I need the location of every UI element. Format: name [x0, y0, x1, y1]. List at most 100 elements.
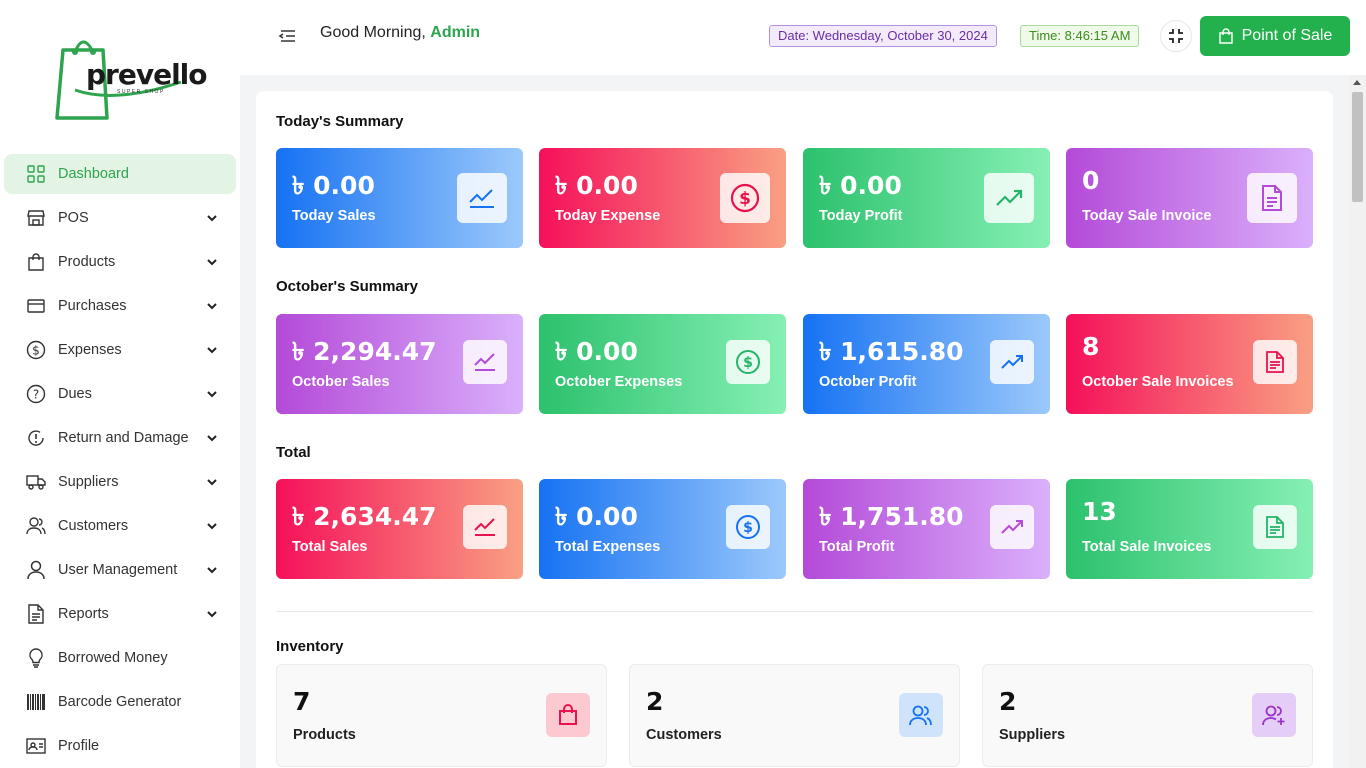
sidebar-item-borrowed-money[interactable]: Borrowed Money [4, 638, 236, 678]
chevron-down-icon [207, 347, 217, 354]
card-october-sales[interactable]: ৳ 2,294.47 October Sales [276, 314, 523, 414]
sidebar-item-products[interactable]: Products [4, 242, 236, 282]
section-divider [276, 611, 1313, 612]
card-label: October Profit [819, 374, 917, 390]
sidebar-item-label: Products [58, 254, 116, 270]
card-today-sales[interactable]: ৳ 0.00 Today Sales [276, 148, 523, 248]
chevron-down-icon [207, 611, 217, 618]
chart-line-icon [463, 505, 507, 549]
date-badge: Date: Wednesday, October 30, 2024 [769, 25, 997, 47]
card-value: ৳ 0.00 [555, 502, 638, 531]
sidebar-item-label: Reports [58, 606, 109, 622]
svg-text:?: ? [33, 388, 39, 402]
card-value: ৳ 2,634.47 [292, 502, 437, 531]
store-icon [26, 208, 46, 228]
section-title-total: Total [276, 444, 311, 461]
sidebar-item-barcode-generator[interactable]: Barcode Generator [4, 682, 236, 722]
sidebar-item-expenses[interactable]: $ Expenses [4, 330, 236, 370]
section-title-today: Today's Summary [276, 113, 404, 130]
card-label: Today Sales [292, 208, 376, 224]
card-label: October Expenses [555, 374, 683, 390]
card-label: October Sales [292, 374, 390, 390]
user-icon [26, 560, 46, 580]
card-label: Suppliers [999, 727, 1066, 743]
card-label: October Sale Invoices [1082, 374, 1234, 390]
sidebar-item-label: Profile [58, 738, 100, 754]
bulb-icon [26, 648, 46, 668]
card-total-sale-invoices[interactable]: 13 Total Sale Invoices [1066, 479, 1313, 579]
sidebar-item-label: Dues [58, 386, 92, 402]
card-today-profit[interactable]: ৳ 0.00 Today Profit [803, 148, 1050, 248]
svg-text:$: $ [739, 189, 751, 209]
card-total-profit[interactable]: ৳ 1,751.80 Total Profit [803, 479, 1050, 579]
card-value: 0 [1082, 166, 1100, 195]
sidebar-item-customers[interactable]: Customers [4, 506, 236, 546]
chevron-down-icon [207, 303, 217, 310]
brand-tagline: SUPER SHOP [117, 89, 165, 95]
section-title-inventory: Inventory [276, 638, 344, 655]
inventory-card-suppliers[interactable]: 2 Suppliers [982, 664, 1313, 767]
card-label: Total Profit [819, 539, 895, 555]
chevron-down-icon [207, 479, 217, 486]
card-total-expenses[interactable]: ৳ 0.00 Total Expenses $ [539, 479, 786, 579]
card-value: 2 [646, 687, 664, 716]
credit-card-icon [26, 296, 46, 316]
sidebar-item-pos[interactable]: POS [4, 198, 236, 238]
sidebar-item-label: Borrowed Money [58, 650, 168, 666]
scrollbar-thumb[interactable] [1352, 92, 1363, 202]
sidebar-item-label: POS [58, 210, 89, 226]
card-value: 8 [1082, 332, 1100, 361]
inventory-card-customers[interactable]: 2 Customers [629, 664, 960, 767]
sidebar-item-label: Dashboard [58, 166, 129, 182]
sidebar-nav: Dashboard POS Products Purchases $ Expen… [4, 154, 236, 768]
sidebar-item-reports[interactable]: Reports [4, 594, 236, 634]
sidebar-item-label: Suppliers [58, 474, 119, 490]
compress-icon [1169, 29, 1183, 43]
chart-line-icon [457, 173, 507, 223]
card-october-sale-invoices[interactable]: 8 October Sale Invoices [1066, 314, 1313, 414]
sidebar-item-profile[interactable]: Profile [4, 726, 236, 766]
brand-logo[interactable]: prevello SUPER SHOP [55, 30, 208, 122]
card-october-profit[interactable]: ৳ 1,615.80 October Profit [803, 314, 1050, 414]
return-alert-icon [26, 428, 46, 448]
menu-toggle-icon[interactable] [278, 28, 298, 46]
point-of-sale-label: Point of Sale [1241, 27, 1333, 44]
card-value: ৳ 1,751.80 [819, 502, 964, 531]
sidebar-item-label: Customers [58, 518, 129, 534]
card-total-sales[interactable]: ৳ 2,634.47 Total Sales [276, 479, 523, 579]
time-badge: Time: 8:46:15 AM [1020, 25, 1140, 47]
card-october-expenses[interactable]: ৳ 0.00 October Expenses $ [539, 314, 786, 414]
inventory-card-products[interactable]: 7 Products [276, 664, 607, 767]
svg-text:$: $ [743, 520, 753, 536]
card-label: Total Expenses [555, 539, 661, 555]
svg-text:$: $ [32, 344, 40, 358]
users-icon [899, 693, 943, 737]
greeting-user: Admin [430, 24, 481, 41]
sidebar-item-purchases[interactable]: Purchases [4, 286, 236, 326]
greeting-text: Good Morning, Admin [320, 24, 480, 42]
card-today-expense[interactable]: ৳ 0.00 Today Expense $ [539, 148, 786, 248]
sidebar-item-dashboard[interactable]: Dashboard [4, 154, 236, 194]
chevron-down-icon [207, 259, 217, 266]
card-today-sale-invoice[interactable]: 0 Today Sale Invoice [1066, 148, 1313, 248]
invoice-icon [1253, 340, 1297, 384]
card-value: 2 [999, 687, 1017, 716]
question-circle-icon: ? [26, 384, 46, 404]
card-value: 13 [1082, 497, 1117, 526]
chevron-down-icon [207, 215, 217, 222]
sidebar-item-label: Expenses [58, 342, 122, 358]
sidebar-item-label: Return and Damage [58, 430, 189, 446]
scroll-up-arrow-icon[interactable] [1353, 80, 1361, 85]
chevron-down-icon [207, 391, 217, 398]
point-of-sale-button[interactable]: Point of Sale [1200, 16, 1350, 56]
invoice-icon [1247, 173, 1297, 223]
sidebar-item-user-management[interactable]: User Management [4, 550, 236, 590]
shopping-bag-icon [546, 693, 590, 737]
sidebar-item-suppliers[interactable]: Suppliers [4, 462, 236, 502]
fullscreen-exit-button[interactable] [1160, 20, 1192, 52]
sidebar-item-dues[interactable]: ? Dues [4, 374, 236, 414]
sidebar-item-return-and-damage[interactable]: Return and Damage [4, 418, 236, 458]
section-title-month: October's Summary [276, 278, 418, 295]
users-icon [26, 516, 46, 536]
dashboard-icon [26, 164, 46, 184]
